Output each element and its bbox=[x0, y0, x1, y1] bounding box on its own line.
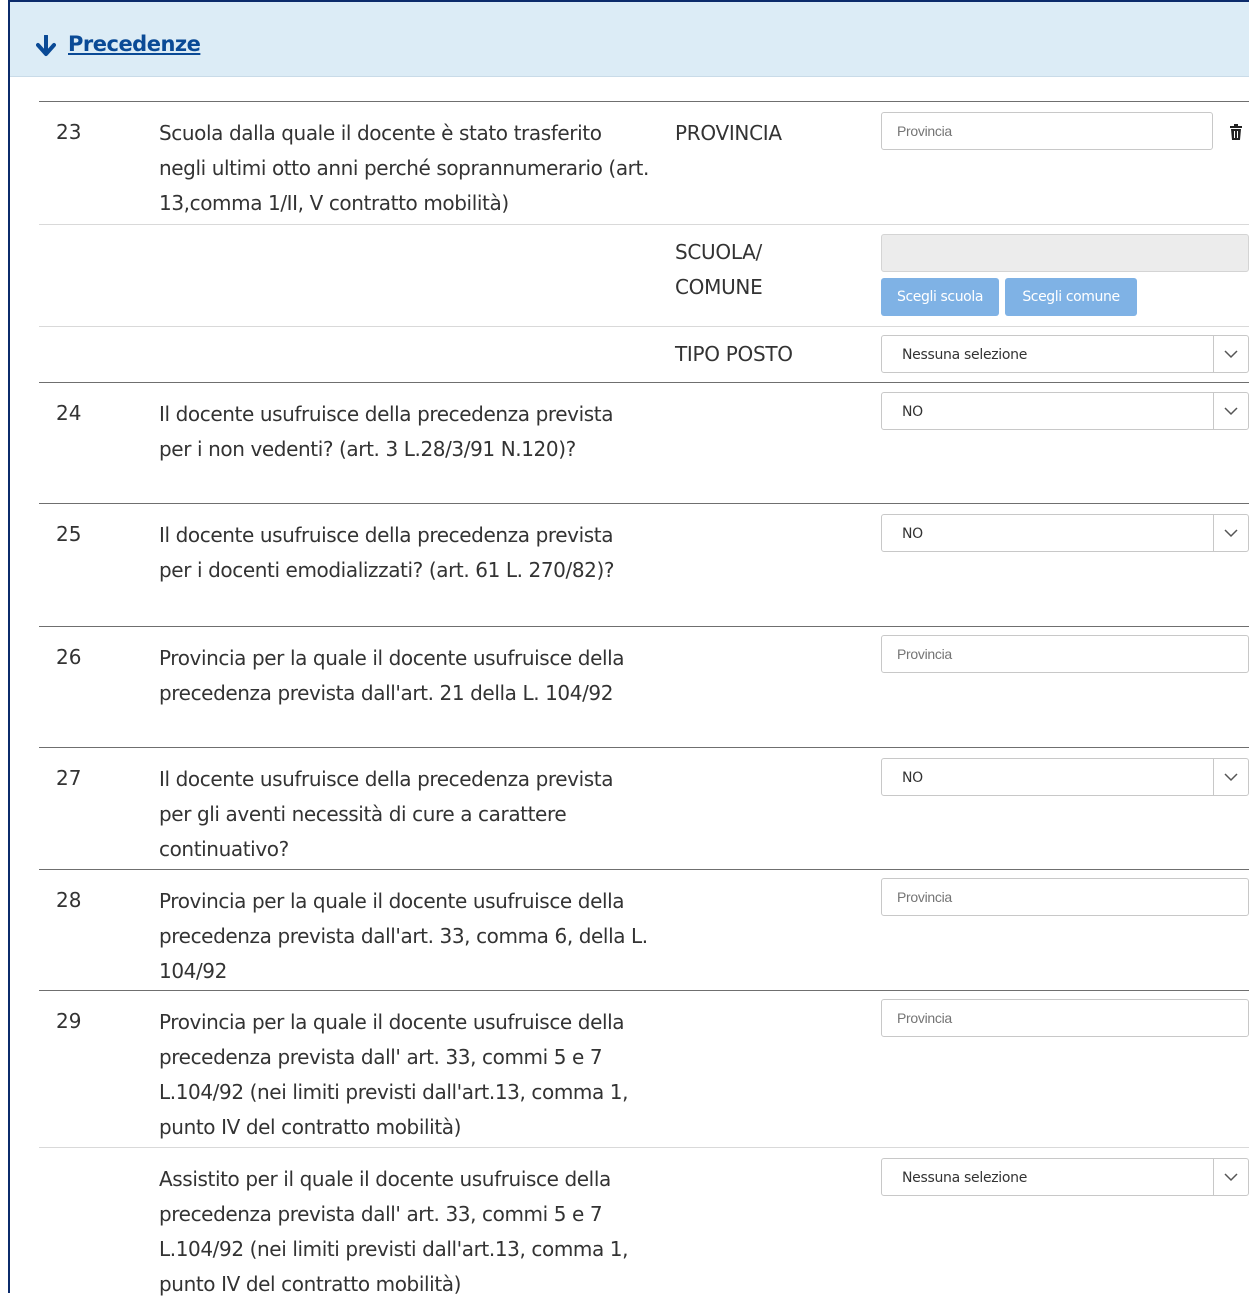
table-row: 28 Provincia per la quale il docente usu… bbox=[39, 869, 1249, 991]
emodializzati-select[interactable]: NO bbox=[881, 514, 1249, 552]
table-row: SCUOLA/ COMUNE Scegli scuola Scegli comu… bbox=[39, 224, 1249, 327]
row-description: Il docente usufruisce della precedenza p… bbox=[159, 767, 614, 861]
chevron-down-icon bbox=[1213, 759, 1248, 795]
select-value: NO bbox=[902, 770, 923, 786]
chevron-down-icon bbox=[1213, 1159, 1248, 1195]
section-title-link[interactable]: Precedenze bbox=[68, 32, 201, 56]
scuola-label: SCUOLA/ COMUNE bbox=[675, 235, 763, 305]
choose-school-button[interactable]: Scegli scuola bbox=[881, 278, 999, 316]
table-row: 27 Il docente usufruisce della precedenz… bbox=[39, 747, 1249, 870]
choose-comune-button[interactable]: Scegli comune bbox=[1005, 278, 1137, 316]
row-description: Provincia per la quale il docente usufru… bbox=[159, 889, 648, 983]
section-header[interactable]: Precedenze bbox=[10, 2, 1249, 77]
non-vedenti-select[interactable]: NO bbox=[881, 392, 1249, 430]
table-row: TIPO POSTO Nessuna selezione bbox=[39, 326, 1249, 383]
tipo-posto-value: Nessuna selezione bbox=[902, 347, 1028, 363]
table-row: Assistito per il quale il docente usufru… bbox=[39, 1147, 1249, 1296]
select-value: Nessuna selezione bbox=[902, 1170, 1028, 1186]
assistito-select[interactable]: Nessuna selezione bbox=[881, 1158, 1249, 1196]
select-value: NO bbox=[902, 526, 923, 542]
row-description: Il docente usufruisce della precedenza p… bbox=[159, 523, 615, 582]
row-description: Il docente usufruisce della precedenza p… bbox=[159, 402, 614, 461]
row-number: 26 bbox=[56, 645, 82, 669]
row-number: 28 bbox=[56, 888, 82, 912]
scuola-label-line2: COMUNE bbox=[675, 275, 763, 299]
row-description: Scuola dalla quale il docente è stato tr… bbox=[159, 121, 649, 215]
provincia-art33-c6-input[interactable] bbox=[881, 878, 1249, 916]
table-row: 29 Provincia per la quale il docente usu… bbox=[39, 990, 1249, 1148]
provincia-art33-c5-input[interactable] bbox=[881, 999, 1249, 1037]
chevron-down-icon bbox=[1213, 515, 1248, 551]
arrow-down-icon bbox=[36, 35, 56, 56]
table-row: 24 Il docente usufruisce della precedenz… bbox=[39, 382, 1249, 504]
trash-icon[interactable] bbox=[1229, 124, 1243, 140]
select-value: NO bbox=[902, 404, 923, 420]
scuola-comune-field bbox=[881, 234, 1249, 272]
row-description: Assistito per il quale il docente usufru… bbox=[159, 1167, 629, 1296]
chevron-down-icon bbox=[1213, 393, 1248, 429]
table-row: 25 Il docente usufruisce della precedenz… bbox=[39, 503, 1249, 627]
row-description: Provincia per la quale il docente usufru… bbox=[159, 1010, 629, 1139]
table-row: 23 Scuola dalla quale il docente è stato… bbox=[39, 101, 1249, 225]
row-number: 25 bbox=[56, 522, 82, 546]
row-number: 29 bbox=[56, 1009, 82, 1033]
tipo-posto-select[interactable]: Nessuna selezione bbox=[881, 335, 1249, 373]
provincia-label: PROVINCIA bbox=[675, 121, 782, 145]
cure-continuative-select[interactable]: NO bbox=[881, 758, 1249, 796]
row-description: Provincia per la quale il docente usufru… bbox=[159, 646, 625, 705]
scuola-label-line1: SCUOLA/ bbox=[675, 240, 762, 264]
provincia-art21-input[interactable] bbox=[881, 635, 1249, 673]
tipo-posto-label: TIPO POSTO bbox=[675, 342, 793, 366]
row-number: 24 bbox=[56, 401, 82, 425]
row-number: 23 bbox=[56, 120, 82, 144]
provincia-input[interactable] bbox=[881, 112, 1213, 150]
chevron-down-icon bbox=[1213, 336, 1248, 372]
table-row: 26 Provincia per la quale il docente usu… bbox=[39, 626, 1249, 748]
row-number: 27 bbox=[56, 766, 82, 790]
